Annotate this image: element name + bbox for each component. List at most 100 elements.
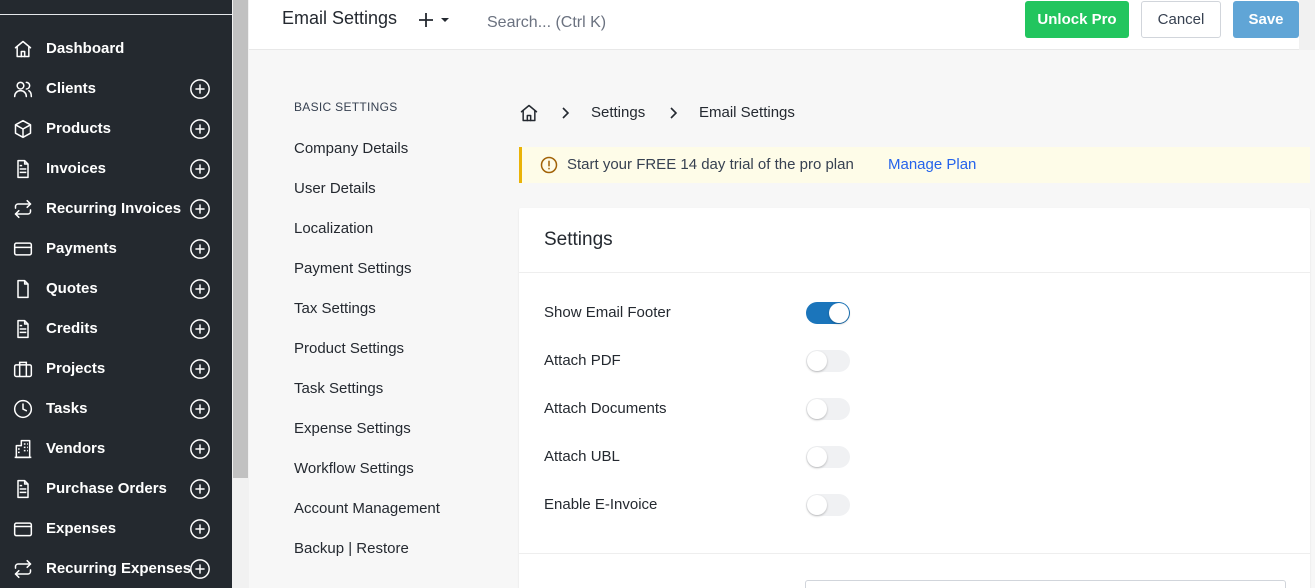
breadcrumb-settings[interactable]: Settings [591,104,645,121]
attach-documents-toggle[interactable] [806,398,850,420]
home-icon [13,39,33,59]
settings-link-expense-settings[interactable]: Expense Settings [294,420,411,437]
cancel-button[interactable]: Cancel [1141,1,1221,38]
unlock-pro-button[interactable]: Unlock Pro [1025,1,1129,38]
add-quote-icon[interactable] [189,278,211,300]
chevron-right-icon [558,106,572,120]
add-recurring-expense-icon[interactable] [189,558,211,580]
settings-link-user-details[interactable]: User Details [294,180,376,197]
sidebar-item-projects[interactable]: Projects [0,349,232,389]
clock-icon [13,399,33,419]
attach-documents-label: Attach Documents [544,400,667,417]
sidebar-item-clients[interactable]: Clients [0,69,232,109]
sidebar-item-label: Dashboard [46,40,125,57]
sidebar-item-recurring-invoices[interactable]: Recurring Invoices [0,189,232,229]
sidebar-item-label: Vendors [46,440,106,457]
add-vendor-icon[interactable] [189,438,211,460]
sidebar-item-label: Tasks [46,400,88,417]
header-scrollbar [1299,0,1315,50]
info-icon [540,156,558,174]
repeat-icon [13,199,33,219]
show-email-footer-toggle[interactable] [806,302,850,324]
add-payment-icon[interactable] [189,238,211,260]
add-purchase-order-icon[interactable] [189,478,211,500]
sidebar-item-vendors[interactable]: Vendors [0,429,232,469]
sidebar-item-label: Recurring Invoices [46,200,182,217]
sidebar-item-label: Projects [46,360,106,377]
wallet-icon [13,519,33,539]
email-setting-field[interactable] [805,580,1286,588]
toggle-knob [807,351,827,371]
enable-e-invoice-toggle[interactable] [806,494,850,516]
attach-pdf-toggle[interactable] [806,350,850,372]
repeat-icon [13,559,33,579]
file-text-icon [13,319,33,339]
sidebar: Dashboard Clients Products Invoices Recu… [0,0,232,588]
chevron-right-icon [666,106,680,120]
trial-banner-text: Start your FREE 14 day trial of the pro … [567,156,854,173]
breadcrumb-home-icon[interactable] [519,103,539,123]
settings-link-tax-settings[interactable]: Tax Settings [294,300,376,317]
sidebar-item-quotes[interactable]: Quotes [0,269,232,309]
sidebar-item-recurring-expenses[interactable]: Recurring Expenses [0,549,232,588]
sidebar-item-payments[interactable]: Payments [0,229,232,269]
settings-link-company-details[interactable]: Company Details [294,140,408,157]
attach-ubl-label: Attach UBL [544,448,620,465]
add-invoice-icon[interactable] [189,158,211,180]
sidebar-item-invoices[interactable]: Invoices [0,149,232,189]
settings-link-account-management[interactable]: Account Management [294,500,440,517]
sidebar-item-label: Payments [46,240,117,257]
sidebar-item-label: Purchase Orders [46,480,167,497]
attach-pdf-label: Attach PDF [544,352,621,369]
briefcase-icon [13,359,33,379]
enable-e-invoice-label: Enable E-Invoice [544,496,658,513]
add-task-icon[interactable] [189,398,211,420]
search-input[interactable] [487,12,787,34]
settings-nav-heading: BASIC SETTINGS [294,100,398,114]
sidebar-item-label: Expenses [46,520,117,537]
sidebar-item-products[interactable]: Products [0,109,232,149]
add-project-icon[interactable] [189,358,211,380]
file-text-icon [13,159,33,179]
settings-link-workflow-settings[interactable]: Workflow Settings [294,460,414,477]
manage-plan-link[interactable]: Manage Plan [888,156,976,173]
sidebar-item-expenses[interactable]: Expenses [0,509,232,549]
divider [519,272,1310,273]
add-credit-icon[interactable] [189,318,211,340]
settings-link-backup-restore[interactable]: Backup | Restore [294,540,409,557]
file-icon [13,279,33,299]
add-recurring-invoice-icon[interactable] [189,198,211,220]
sidebar-item-label: Invoices [46,160,107,177]
building-icon [13,439,33,459]
divider [519,553,1310,554]
save-button[interactable]: Save [1233,1,1299,38]
toggle-knob [829,303,849,323]
attach-ubl-toggle[interactable] [806,446,850,468]
breadcrumb-email-settings[interactable]: Email Settings [699,104,795,121]
sidebar-item-credits[interactable]: Credits [0,309,232,349]
file-text-icon [13,479,33,499]
settings-card [519,208,1310,588]
credit-card-icon [13,239,33,259]
sidebar-item-label: Products [46,120,112,137]
show-email-footer-label: Show Email Footer [544,304,671,321]
toggle-knob [807,399,827,419]
quick-create-button[interactable] [418,8,460,32]
users-icon [13,79,33,99]
add-product-icon[interactable] [189,118,211,140]
settings-link-payment-settings[interactable]: Payment Settings [294,260,412,277]
sidebar-scrollbar-thumb[interactable] [233,0,248,478]
sidebar-item-dashboard[interactable]: Dashboard [0,29,232,69]
sidebar-divider [0,14,232,15]
settings-link-task-settings[interactable]: Task Settings [294,380,383,397]
plus-icon [419,13,433,27]
sidebar-item-purchase-orders[interactable]: Purchase Orders [0,469,232,509]
add-client-icon[interactable] [189,78,211,100]
add-expense-icon[interactable] [189,518,211,540]
settings-link-product-settings[interactable]: Product Settings [294,340,404,357]
caret-down-icon [441,18,449,22]
sidebar-item-label: Recurring Expenses [46,560,192,577]
sidebar-item-label: Clients [46,80,97,97]
sidebar-item-tasks[interactable]: Tasks [0,389,232,429]
settings-link-localization[interactable]: Localization [294,220,373,237]
